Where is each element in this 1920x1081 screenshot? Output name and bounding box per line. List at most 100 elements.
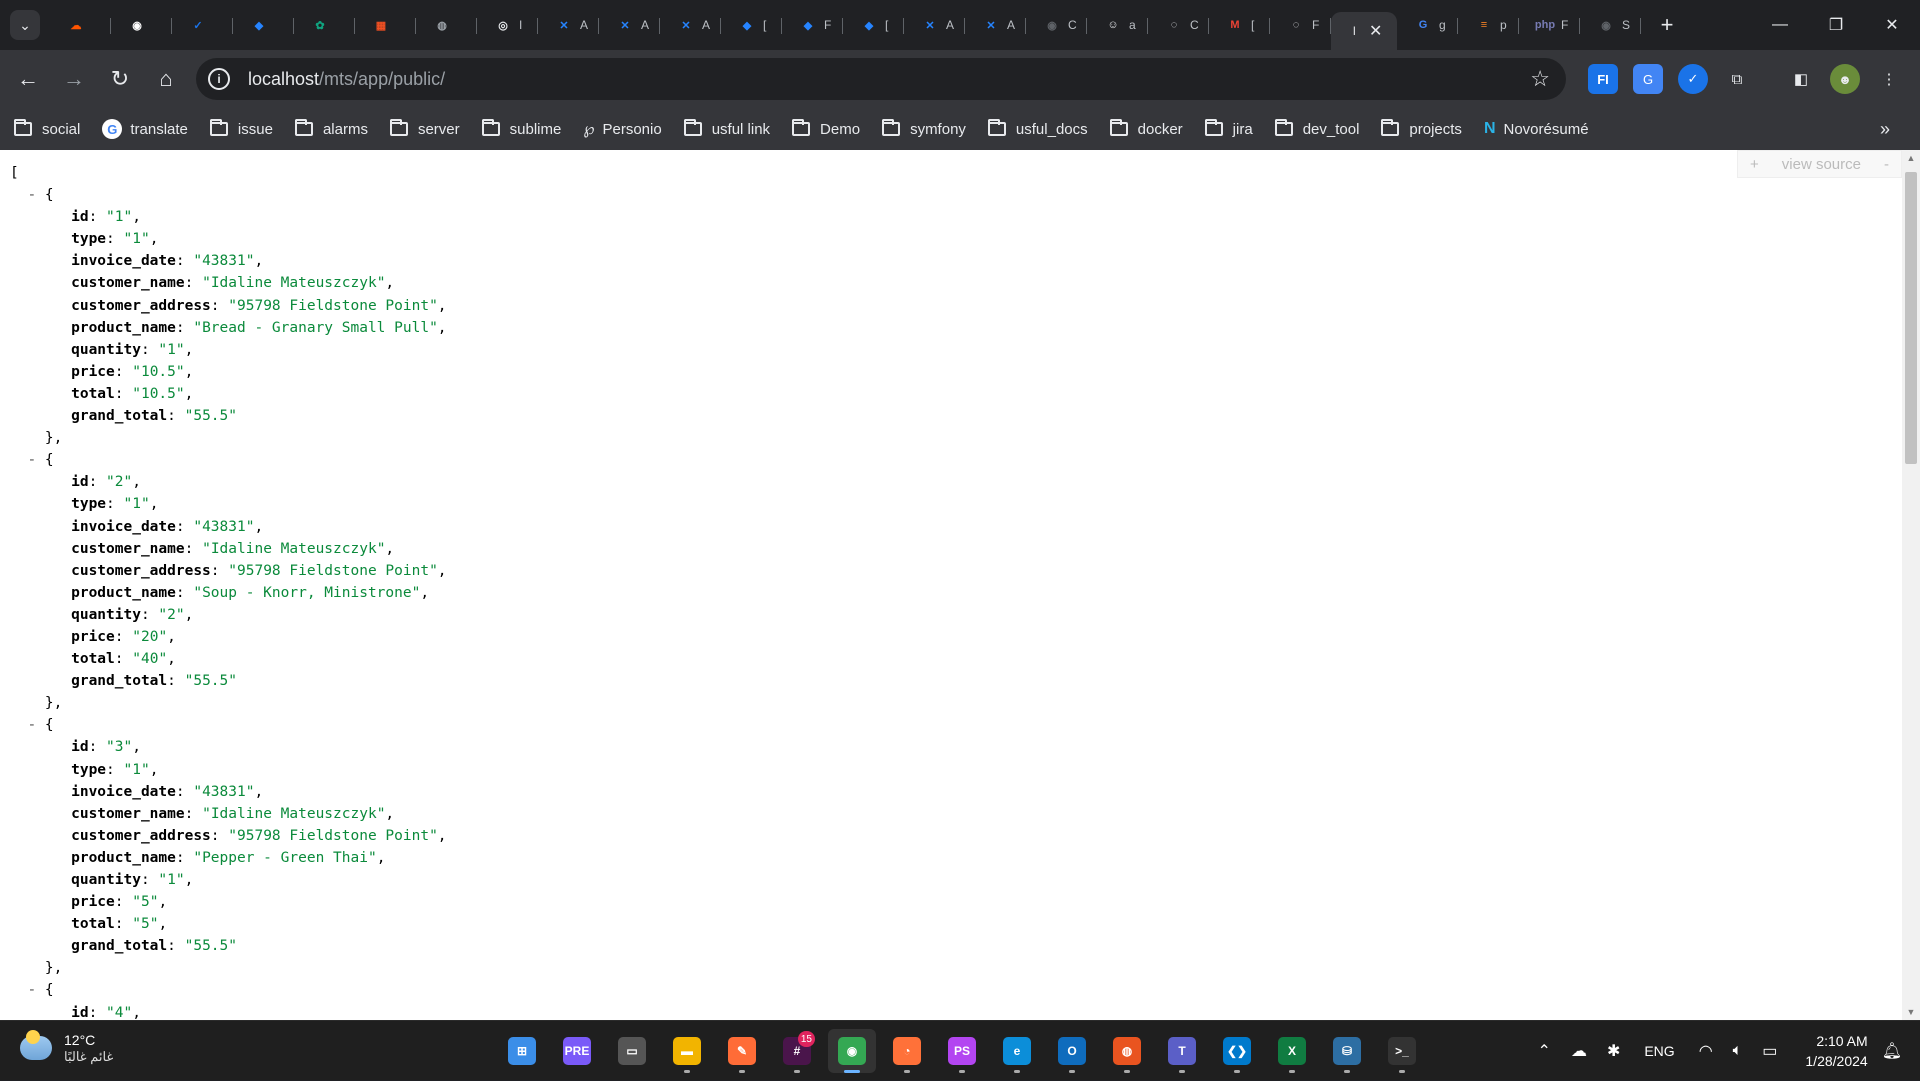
- scrollbar-thumb[interactable]: [1905, 172, 1917, 464]
- side-panel-icon[interactable]: ◧: [1786, 64, 1816, 94]
- bookmark-translate[interactable]: Gtranslate: [102, 119, 188, 139]
- battery-icon[interactable]: ▭: [1762, 1041, 1777, 1061]
- taskbar-app-vscode[interactable]: ❮❯: [1213, 1029, 1261, 1073]
- browser-tab[interactable]: ☺ a: [1087, 6, 1148, 44]
- restore-button[interactable]: ❐: [1808, 0, 1864, 50]
- address-bar[interactable]: i localhost/mts/app/public/ ☆: [196, 58, 1566, 100]
- clock[interactable]: 2:10 AM 1/28/2024: [1805, 1031, 1867, 1071]
- bookmark-usful-docs[interactable]: usful_docs: [987, 119, 1088, 138]
- browser-tab[interactable]: ◉ S: [1580, 6, 1641, 44]
- active-tab[interactable]: l ✕: [1331, 12, 1397, 50]
- tab-search-button[interactable]: ⌄: [10, 10, 40, 40]
- browser-tab[interactable]: ◍: [416, 6, 477, 44]
- browser-tab[interactable]: ◌ F: [1270, 6, 1331, 44]
- collapse-toggle[interactable]: -: [27, 452, 36, 468]
- browser-tab[interactable]: ◆[: [843, 6, 904, 44]
- taskbar-app-copilot[interactable]: PRE: [553, 1029, 601, 1073]
- bookmark-personio[interactable]: ℘ Personio: [583, 119, 661, 139]
- weather-widget[interactable]: 12°C غائم غالبًا: [20, 1030, 113, 1065]
- browser-tab[interactable]: ◆ F: [782, 6, 843, 44]
- browser-tab[interactable]: ◉ C: [1026, 6, 1087, 44]
- taskbar-app-excel[interactable]: X: [1268, 1029, 1316, 1073]
- profile-avatar[interactable]: ☻: [1830, 64, 1860, 94]
- taskbar-app-terminal[interactable]: >_: [1378, 1029, 1426, 1073]
- bookmark-server[interactable]: server: [389, 119, 460, 138]
- browser-tab[interactable]: ✕ A: [538, 6, 599, 44]
- bookmark-novor-sum-[interactable]: N Novorésumé: [1484, 120, 1589, 138]
- bookmark-dev-tool[interactable]: dev_tool: [1274, 119, 1359, 138]
- browser-tab[interactable]: ◌ C: [1148, 6, 1209, 44]
- vertical-scrollbar[interactable]: ▲ ▼: [1902, 150, 1920, 1020]
- bookmark-symfony[interactable]: symfony: [882, 119, 966, 138]
- browser-tab[interactable]: ≡ p: [1458, 6, 1519, 44]
- bookmark-star-icon[interactable]: ☆: [1530, 66, 1550, 92]
- browser-tab[interactable]: ◎ I: [477, 6, 538, 44]
- url-text[interactable]: localhost/mts/app/public/: [248, 69, 445, 90]
- home-button[interactable]: ⌂: [146, 59, 186, 99]
- onedrive-cloud-icon[interactable]: ☁: [1571, 1041, 1587, 1061]
- taskbar-app-mysql-workbench[interactable]: ⛁: [1323, 1029, 1371, 1073]
- taskbar-app-file-explorer[interactable]: ▬: [663, 1029, 711, 1073]
- taskbar-app-windows-start[interactable]: ⊞: [498, 1029, 546, 1073]
- taskbar-app-postman[interactable]: ✎: [718, 1029, 766, 1073]
- taskbar-app-phpstorm[interactable]: PS: [938, 1029, 986, 1073]
- back-button[interactable]: ←: [8, 59, 48, 99]
- browser-tab[interactable]: ✓: [172, 6, 233, 44]
- browser-tab[interactable]: ◆: [233, 6, 294, 44]
- taskbar-app-edge[interactable]: e: [993, 1029, 1041, 1073]
- collapse-toggle[interactable]: -: [27, 187, 36, 203]
- collapse-toggle[interactable]: -: [27, 982, 36, 998]
- google-translate-icon[interactable]: G: [1633, 64, 1663, 94]
- browser-tab[interactable]: php F: [1519, 6, 1580, 44]
- browser-tab[interactable]: ☁: [50, 6, 111, 44]
- taskbar-app-chrome[interactable]: ◉: [828, 1029, 876, 1073]
- scroll-up-arrow-icon[interactable]: ▲: [1902, 150, 1920, 166]
- wifi-icon[interactable]: ◠: [1699, 1041, 1713, 1061]
- taskbar-app-ubuntu[interactable]: ◍: [1103, 1029, 1151, 1073]
- browser-tab[interactable]: ✕ A: [904, 6, 965, 44]
- menu-kebab-icon[interactable]: ⋮: [1874, 64, 1904, 94]
- bookmark-alarms[interactable]: alarms: [294, 119, 368, 138]
- bookmark-docker[interactable]: docker: [1109, 119, 1183, 138]
- input-language[interactable]: ENG: [1644, 1043, 1674, 1059]
- bookmark-demo[interactable]: Demo: [792, 119, 860, 138]
- reload-button[interactable]: ↻: [100, 59, 140, 99]
- extension-fi-icon[interactable]: FI: [1588, 64, 1618, 94]
- taskbar-app-firefox[interactable]: ◔: [883, 1029, 931, 1073]
- browser-tab[interactable]: ✕ A: [660, 6, 721, 44]
- close-window-button[interactable]: ✕: [1864, 0, 1920, 50]
- taskbar-app-outlook[interactable]: O: [1048, 1029, 1096, 1073]
- browser-tab[interactable]: ◆[: [721, 6, 782, 44]
- bookmark-social[interactable]: social: [14, 119, 80, 138]
- site-info-icon[interactable]: i: [208, 68, 230, 90]
- browser-tab[interactable]: ✕ A: [599, 6, 660, 44]
- browser-tab[interactable]: ▦: [355, 6, 416, 44]
- bookmark-usful-link[interactable]: usful link: [683, 119, 770, 138]
- bookmark-sublime[interactable]: sublime: [481, 119, 561, 138]
- browser-tab[interactable]: Gg: [1397, 6, 1458, 44]
- collapse-toggle[interactable]: -: [27, 717, 36, 733]
- more-bookmarks-chevron-icon[interactable]: »: [1880, 119, 1890, 140]
- browser-tab[interactable]: ✕ A: [965, 6, 1026, 44]
- taskbar-app-teams[interactable]: T: [1158, 1029, 1206, 1073]
- bookmark-issue[interactable]: issue: [209, 119, 273, 138]
- minimize-button[interactable]: —: [1752, 0, 1808, 50]
- slack-tray-icon[interactable]: ✱: [1607, 1041, 1620, 1061]
- browser-tab[interactable]: M[: [1209, 6, 1270, 44]
- new-tab-button[interactable]: +: [1649, 7, 1685, 43]
- bookmark-projects[interactable]: projects: [1381, 119, 1462, 138]
- taskbar-app-slack[interactable]: #15: [773, 1029, 821, 1073]
- view-source-toggle[interactable]: + view source -: [1737, 150, 1902, 178]
- task-check-extension-icon[interactable]: ✓: [1678, 64, 1708, 94]
- notification-bell-icon[interactable]: 🔔︎: [1882, 1041, 1902, 1061]
- close-tab-icon[interactable]: ✕: [1369, 21, 1382, 41]
- volume-icon[interactable]: 🔈︎: [1733, 1042, 1743, 1060]
- browser-tab[interactable]: ◉: [111, 6, 172, 44]
- extensions-puzzle-icon[interactable]: ⧉: [1722, 64, 1752, 94]
- chevron-up-icon[interactable]: ⌃: [1538, 1041, 1551, 1061]
- scroll-down-arrow-icon[interactable]: ▼: [1902, 1004, 1920, 1020]
- forward-button[interactable]: →: [54, 59, 94, 99]
- bookmark-jira[interactable]: jira: [1204, 119, 1253, 138]
- taskbar-app-task-view[interactable]: ▭: [608, 1029, 656, 1073]
- browser-tab[interactable]: ✿: [294, 6, 355, 44]
